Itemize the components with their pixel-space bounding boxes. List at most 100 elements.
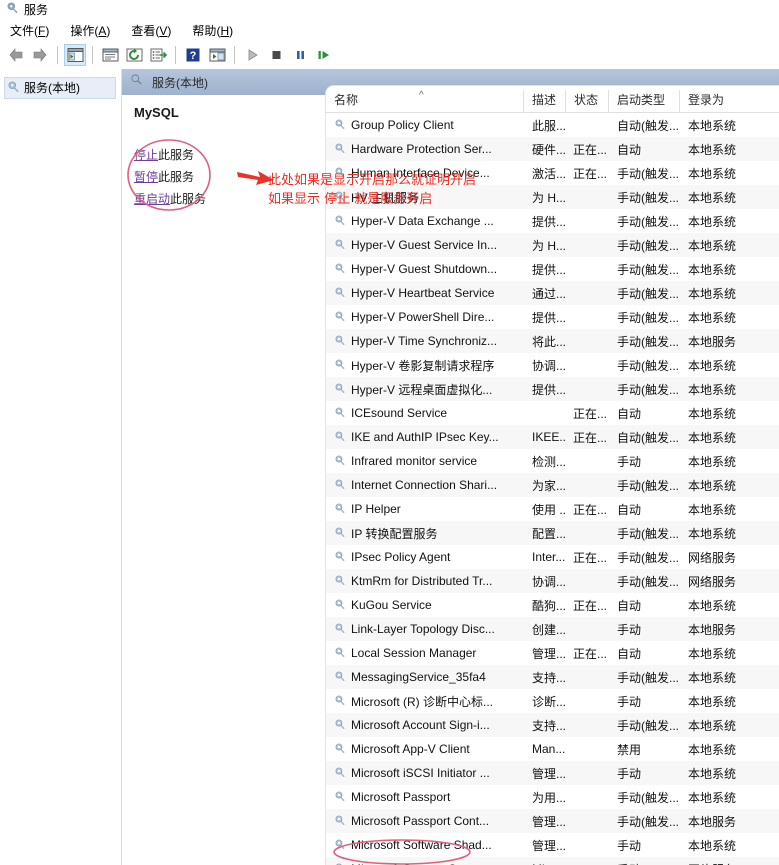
column-header-description[interactable]: 描述 (523, 90, 565, 112)
table-row[interactable]: Microsoft Account Sign-i... 支持... 手动(触发...… (326, 713, 779, 737)
cell-service-name: Hardware Protection Ser... (326, 142, 523, 157)
table-row[interactable]: Group Policy Client 此服... 自动(触发... 本地系统 (326, 113, 779, 137)
column-header-logon-as[interactable]: 登录为 (679, 90, 756, 112)
table-row[interactable]: Hyper-V Guest Shutdown... 提供... 手动(触发... 本地… (326, 257, 779, 281)
service-gear-icon (334, 214, 346, 229)
cell-desc: 管理... (532, 814, 565, 829)
table-row[interactable]: Microsoft (R) 诊断中心标... 诊断... 手动 本地系统 (326, 689, 779, 713)
cell-start: 自动(触发... (617, 118, 679, 133)
pause-service-link[interactable]: 暂停此服务 (134, 168, 317, 185)
stop-service-link[interactable]: 停止此服务 (134, 146, 317, 163)
cell-service-name: IP Helper (326, 502, 523, 517)
service-gear-icon (334, 742, 346, 757)
cell-service-name: Microsoft Storage Space... (326, 862, 523, 865)
cell-logon: 本地系统 (688, 838, 737, 853)
cell-logon: 本地系统 (688, 430, 737, 445)
start-service-icon[interactable] (241, 44, 263, 66)
service-gear-icon (334, 622, 346, 637)
properties-icon[interactable] (99, 44, 121, 66)
table-row[interactable]: Hyper-V Heartbeat Service 通过... 手动(触发... 本地… (326, 281, 779, 305)
menu-help[interactable]: 帮助(H) (190, 21, 235, 40)
show-action-pane-icon[interactable] (206, 44, 228, 66)
pause-service-icon[interactable] (289, 44, 311, 66)
export-list-icon[interactable] (147, 44, 169, 66)
help-icon[interactable]: ? (182, 44, 204, 66)
cell-start: 手动 (608, 861, 679, 865)
table-row[interactable]: Hyper-V Guest Service In... 为 H... 手动(触发..… (326, 233, 779, 257)
table-row[interactable]: Microsoft Passport 为用... 手动(触发... 本地系统 (326, 785, 779, 809)
back-icon[interactable] (5, 44, 27, 66)
menu-bar: 文件(F) 操作(A) 查看(V) 帮助(H) (0, 19, 779, 41)
menu-view[interactable]: 查看(V) (129, 21, 173, 40)
tree-node-services-local[interactable]: 服务(本地) (4, 77, 116, 99)
service-gear-icon (334, 790, 346, 805)
table-row[interactable]: Local Session Manager 管理... 正在... 自动 本地系统 (326, 641, 779, 665)
table-row[interactable]: Hyper-V 远程桌面虚拟化... 提供... 手动(触发... 本地系统 (326, 377, 779, 401)
table-row[interactable]: Hyper-V PowerShell Dire... 提供... 手动(触发... 本… (326, 305, 779, 329)
forward-icon[interactable] (29, 44, 51, 66)
service-name-label: HV 主机服务 (351, 190, 420, 205)
service-name-label: Group Policy Client (351, 118, 454, 132)
service-gear-icon (334, 142, 346, 157)
table-row[interactable]: IP 转换配置服务 配置... 手动(触发... 本地系统 (326, 521, 779, 545)
stop-service-icon[interactable] (265, 44, 287, 66)
restart-service-link[interactable]: 重启动此服务 (134, 190, 317, 207)
table-row[interactable]: Hardware Protection Ser... 硬件... 正在... 自动 本地… (326, 137, 779, 161)
cell-logon: 本地系统 (688, 598, 737, 613)
cell-service-name: Hyper-V 卷影复制请求程序 (326, 357, 523, 374)
toolbar-separator (57, 46, 58, 64)
table-row[interactable]: IKE and AuthIP IPsec Key... IKEE... 正在... 自… (326, 425, 779, 449)
cell-state: 正在... (573, 406, 608, 421)
cell-start: 手动(触发... (617, 238, 679, 253)
window-title: 服务 (24, 3, 49, 17)
table-row[interactable]: IP Helper 使用 ... 正在... 自动 本地系统 (326, 497, 779, 521)
table-row[interactable]: HV 主机服务 为 H... 手动(触发... 本地系统 (326, 185, 779, 209)
console-tree-pane: 服务(本地) (0, 69, 122, 865)
table-row[interactable]: Microsoft iSCSI Initiator ... 管理... 手动 本地系统 (326, 761, 779, 785)
cell-start: 手动(触发... (617, 334, 679, 349)
service-gear-icon (334, 406, 346, 421)
table-row[interactable]: Hyper-V 卷影复制请求程序 协调... 手动(触发... 本地系统 (326, 353, 779, 377)
table-row[interactable]: MessagingService_35fa4 支持... 手动(触发... 本地系统 (326, 665, 779, 689)
restart-service-icon[interactable] (313, 44, 335, 66)
column-header-startup-type[interactable]: 启动类型 (608, 90, 679, 112)
column-header-name[interactable]: 名称 (326, 90, 523, 112)
services-window: 服务 文件(F) 操作(A) 查看(V) 帮助(H) ? 服务(本地) 服务(本… (0, 0, 779, 865)
table-row[interactable]: Microsoft App-V Client Man... 禁用 本地系统 (326, 737, 779, 761)
service-name-label: Infrared monitor service (351, 454, 478, 468)
table-row[interactable]: Microsoft Passport Cont... 管理... 手动(触发... 本… (326, 809, 779, 833)
toolbar: ? (0, 41, 779, 69)
refresh-icon[interactable] (123, 44, 145, 66)
table-row[interactable]: Hyper-V Data Exchange ... 提供... 手动(触发... 本地… (326, 209, 779, 233)
column-header-status[interactable]: 状态 (565, 90, 608, 112)
cell-logon: 本地系统 (688, 790, 737, 805)
cell-start: 手动(触发... (617, 190, 679, 205)
table-row[interactable]: Microsoft Software Shad... 管理... 手动 本地系统 (326, 833, 779, 857)
service-name-label: Hyper-V 远程桌面虚拟化... (351, 382, 493, 397)
services-icon (7, 80, 20, 96)
table-row[interactable]: ICEsound Service 正在... 自动 本地系统 (326, 401, 779, 425)
service-name-label: Hyper-V Guest Shutdown... (351, 262, 498, 276)
cell-start: 手动 (617, 454, 642, 469)
toolbar-separator (234, 46, 235, 64)
table-row[interactable]: Internet Connection Shari... 为家... 手动(触发..… (326, 473, 779, 497)
cell-service-name: Human Interface Device... (326, 166, 523, 181)
table-row[interactable]: Infrared monitor service 检测... 手动 本地系统 (326, 449, 779, 473)
services-row-list: Group Policy Client 此服... 自动(触发... 本地系统 Hard… (326, 113, 779, 865)
menu-file[interactable]: 文件(F) (8, 21, 51, 40)
table-row[interactable]: Hyper-V Time Synchroniz... 将此... 手动(触发... 本… (326, 329, 779, 353)
menu-action[interactable]: 操作(A) (68, 21, 112, 40)
cell-service-name: KtmRm for Distributed Tr... (326, 574, 523, 589)
table-row[interactable]: Link-Layer Topology Disc... 创建... 手动 本地服务 (326, 617, 779, 641)
cell-desc: 此服... (532, 118, 565, 133)
service-gear-icon (334, 190, 346, 205)
cell-desc: 酷狗... (532, 598, 565, 613)
table-row[interactable]: Microsoft Storage Space...Micr...手动网络服务 (326, 857, 779, 865)
table-row[interactable]: KtmRm for Distributed Tr... 协调... 手动(触发...… (326, 569, 779, 593)
table-row[interactable]: IPsec Policy Agent Inter... 正在... 手动(触发... 网… (326, 545, 779, 569)
service-gear-icon (334, 862, 346, 865)
table-row[interactable]: KuGou Service 酷狗... 正在... 自动 本地系统 (326, 593, 779, 617)
cell-logon: 本地系统 (688, 502, 737, 517)
table-row[interactable]: Human Interface Device... 激活... 正在... 手动(触发… (326, 161, 779, 185)
show-hide-console-tree-icon[interactable] (64, 44, 86, 66)
